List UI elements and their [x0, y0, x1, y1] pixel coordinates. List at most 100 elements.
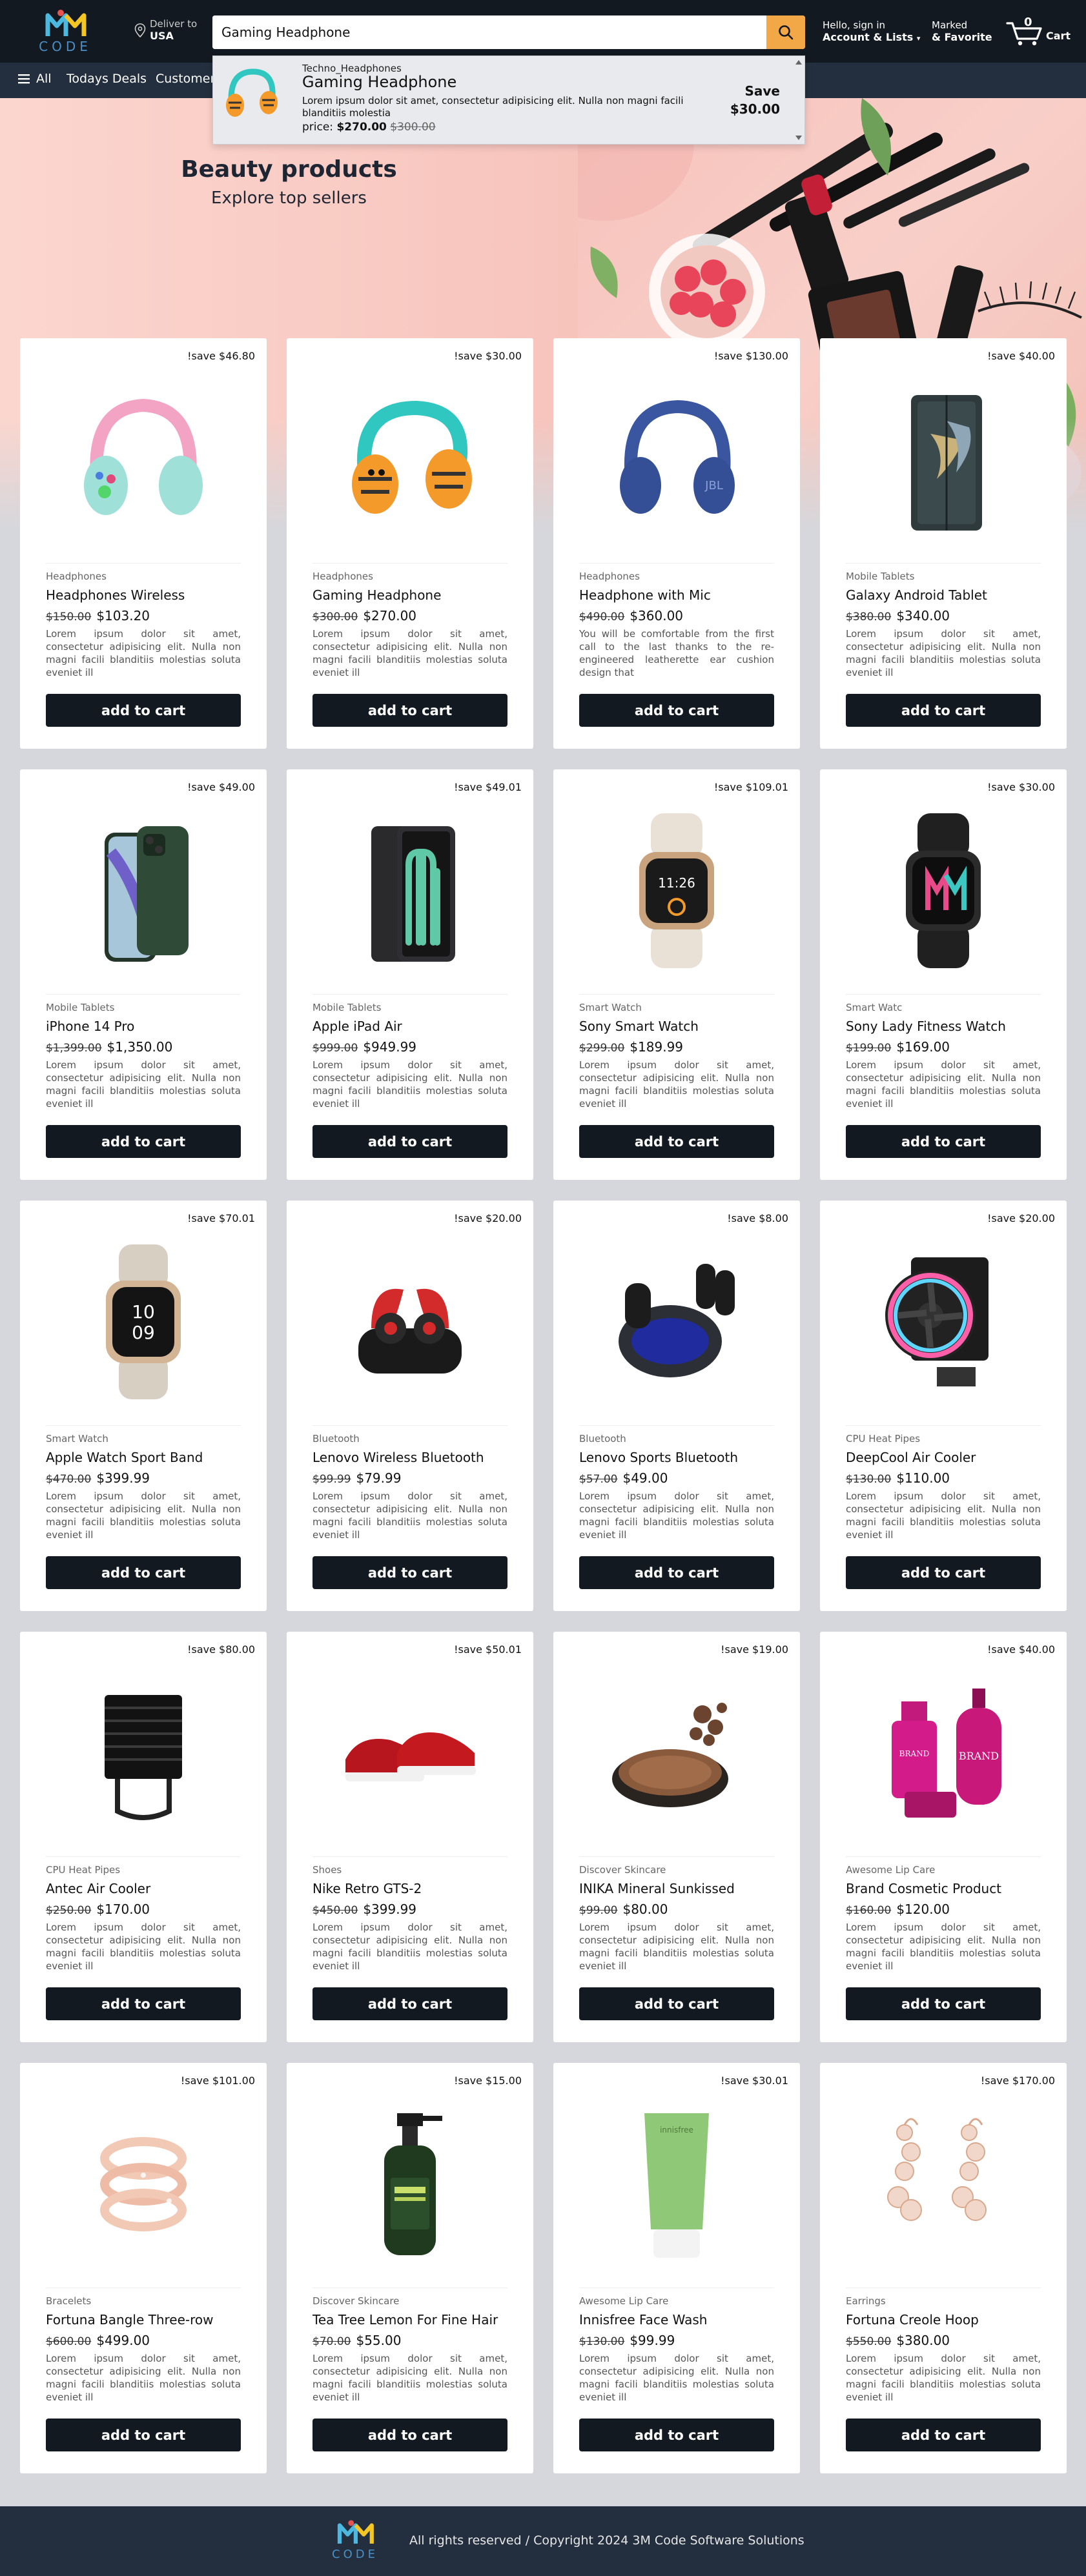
product-image[interactable] — [33, 364, 254, 558]
product-title[interactable]: Tea Tree Lemon For Fine Hair — [312, 2312, 498, 2328]
deliver-to[interactable]: Deliver to USA — [134, 18, 197, 42]
add-to-cart-button[interactable]: add to cart — [579, 1987, 774, 2020]
product-title[interactable]: Lenovo Wireless Bluetooth — [312, 1450, 484, 1465]
product-card[interactable]: !save $40.00 Mobile Tablets Galaxy Android… — [820, 338, 1067, 749]
add-to-cart-button[interactable]: add to cart — [846, 2419, 1041, 2451]
add-to-cart-button[interactable]: add to cart — [846, 1125, 1041, 1158]
product-category: Smart Watch — [46, 1433, 108, 1445]
add-to-cart-button[interactable]: add to cart — [579, 2419, 774, 2451]
search-suggestion-dropdown[interactable]: Techno_Headphones Gaming Headphone Lorem… — [212, 56, 805, 145]
add-to-cart-button[interactable]: add to cart — [312, 1987, 507, 2020]
product-title[interactable]: Antec Air Cooler — [46, 1881, 150, 1896]
product-title[interactable]: Fortuna Bangle Three-row — [46, 2312, 214, 2328]
product-title[interactable]: Brand Cosmetic Product — [846, 1881, 1001, 1896]
nav-item-todays-deals[interactable]: Todays Deals — [67, 72, 147, 86]
product-card[interactable]: !save $130.00 JBL Headphones Headphone with… — [553, 338, 800, 749]
product-image[interactable] — [33, 795, 254, 989]
product-title[interactable]: DeepCool Air Cooler — [846, 1450, 976, 1465]
product-image[interactable] — [566, 1226, 787, 1420]
product-title[interactable]: Apple iPad Air — [312, 1019, 402, 1034]
product-title[interactable]: iPhone 14 Pro — [46, 1019, 134, 1034]
footer-logo[interactable]: CODE — [329, 2517, 381, 2566]
product-card[interactable]: !save $30.00 Headphones Gaming Headphone $3… — [287, 338, 533, 749]
product-image[interactable] — [300, 1658, 520, 1851]
add-to-cart-button[interactable]: add to cart — [312, 2419, 507, 2451]
product-title[interactable]: Headphones Wireless — [46, 587, 185, 603]
product-card[interactable]: !save $30.00 Smart Watc Sony Lady Fitness … — [820, 769, 1067, 1180]
product-image[interactable]: 11:26 — [566, 795, 787, 989]
product-image[interactable] — [833, 795, 1054, 989]
product-image[interactable] — [300, 795, 520, 989]
product-card[interactable]: !save $46.80 Headphones Headphones Wireles… — [20, 338, 267, 749]
product-card[interactable]: !save $20.00 CPU Heat Pipes DeepCool Air C… — [820, 1201, 1067, 1611]
add-to-cart-button[interactable]: add to cart — [46, 694, 241, 727]
product-image[interactable]: 10 09 — [33, 1226, 254, 1420]
product-title[interactable]: Lenovo Sports Bluetooth — [579, 1450, 738, 1465]
product-card[interactable]: !save $50.01 Shoes Nike Retro GTS-2 $450.00… — [287, 1632, 533, 2042]
product-image[interactable] — [833, 1226, 1054, 1420]
product-title[interactable]: INIKA Mineral Sunkissed — [579, 1881, 735, 1896]
add-to-cart-button[interactable]: add to cart — [579, 1556, 774, 1589]
product-title[interactable]: Nike Retro GTS-2 — [312, 1881, 422, 1896]
add-to-cart-button[interactable]: add to cart — [46, 1556, 241, 1589]
add-to-cart-button[interactable]: add to cart — [46, 2419, 241, 2451]
add-to-cart-button[interactable]: add to cart — [312, 1556, 507, 1589]
product-card[interactable]: !save $30.01 innisfree Awesome Lip Care Inn… — [553, 2063, 800, 2473]
add-to-cart-button[interactable]: add to cart — [846, 1987, 1041, 2020]
favorites-link[interactable]: Marked & Favorite — [932, 19, 992, 43]
product-image[interactable] — [300, 364, 520, 558]
product-image[interactable] — [833, 2089, 1054, 2282]
product-card[interactable]: !save $70.01 10 09 Smart Watch Apple Watch S… — [20, 1201, 267, 1611]
product-card[interactable]: !save $40.00 BRAND BRAND Awesome Lip Care Br… — [820, 1632, 1067, 2042]
cart-button[interactable]: 0 Cart — [1006, 15, 1071, 48]
product-image[interactable] — [300, 2089, 520, 2282]
suggestion-description: Lorem ipsum dolor sit amet, consectetur … — [302, 95, 684, 119]
search-input[interactable] — [212, 15, 766, 49]
product-title[interactable]: Gaming Headphone — [312, 587, 441, 603]
nav-item-customer[interactable]: Customer — [156, 72, 215, 86]
product-title[interactable]: Fortuna Creole Hoop — [846, 2312, 979, 2328]
product-image[interactable] — [566, 1658, 787, 1851]
site-logo[interactable]: CODE — [36, 8, 94, 57]
product-image[interactable] — [833, 364, 1054, 558]
product-image[interactable] — [33, 1658, 254, 1851]
product-image[interactable]: innisfree — [566, 2089, 787, 2282]
product-image[interactable]: BRAND BRAND — [833, 1658, 1054, 1851]
add-to-cart-button[interactable]: add to cart — [46, 1125, 241, 1158]
add-to-cart-button[interactable]: add to cart — [312, 694, 507, 727]
add-to-cart-button[interactable]: add to cart — [312, 1125, 507, 1158]
product-title[interactable]: Headphone with Mic — [579, 587, 711, 603]
product-card[interactable]: !save $170.00 Earrings Fortuna Creole Hoop… — [820, 2063, 1067, 2473]
product-card[interactable]: !save $101.00 Bracelets Fortuna Bangle Thr… — [20, 2063, 267, 2473]
product-title[interactable]: Sony Lady Fitness Watch — [846, 1019, 1006, 1034]
add-to-cart-button[interactable]: add to cart — [579, 1125, 774, 1158]
product-image[interactable] — [300, 1226, 520, 1420]
product-card[interactable]: !save $49.01 Mobile Tablets Apple iPad Air… — [287, 769, 533, 1180]
dropdown-scrollbar[interactable] — [795, 60, 802, 140]
add-to-cart-button[interactable]: add to cart — [579, 694, 774, 727]
product-card[interactable]: !save $49.00 Mobile Tablets iPhone 14 Pro $… — [20, 769, 267, 1180]
product-title[interactable]: Innisfree Face Wash — [579, 2312, 707, 2328]
product-card[interactable]: !save $15.00 Discover Skincare Tea Tree Le… — [287, 2063, 533, 2473]
scroll-up-arrow-icon[interactable] — [795, 60, 802, 65]
add-to-cart-button[interactable]: add to cart — [846, 694, 1041, 727]
product-image[interactable]: JBL — [566, 364, 787, 558]
product-card[interactable]: !save $8.00 Bluetooth Lenovo Sports Blueto… — [553, 1201, 800, 1611]
product-title[interactable]: Sony Smart Watch — [579, 1019, 699, 1034]
product-image[interactable] — [33, 2089, 254, 2282]
product-card[interactable]: !save $109.01 11:26 Smart Watch Sony Smart … — [553, 769, 800, 1180]
product-card[interactable]: !save $20.00 Bluetooth Lenovo Wireless Blu… — [287, 1201, 533, 1611]
product-title[interactable]: Apple Watch Sport Band — [46, 1450, 203, 1465]
search-button[interactable] — [766, 15, 805, 49]
add-to-cart-button[interactable]: add to cart — [846, 1556, 1041, 1589]
product-prices: $1,399.00 $1,350.00 — [46, 1039, 172, 1055]
scroll-down-arrow-icon[interactable] — [795, 136, 802, 140]
product-title[interactable]: Galaxy Android Tablet — [846, 587, 987, 603]
account-menu[interactable]: Hello, sign in Account & Lists ▾ — [823, 19, 920, 43]
product-card[interactable]: !save $80.00 CPU Heat Pipes Antec Air Cool… — [20, 1632, 267, 2042]
product-card[interactable]: !save $19.00 Discover Skincare INIKA Miner… — [553, 1632, 800, 2042]
add-to-cart-button[interactable]: add to cart — [46, 1987, 241, 2020]
product-price: $170.00 — [96, 1902, 150, 1917]
product-category: Discover Skincare — [579, 1864, 666, 1876]
nav-all-menu[interactable]: All — [18, 72, 52, 86]
